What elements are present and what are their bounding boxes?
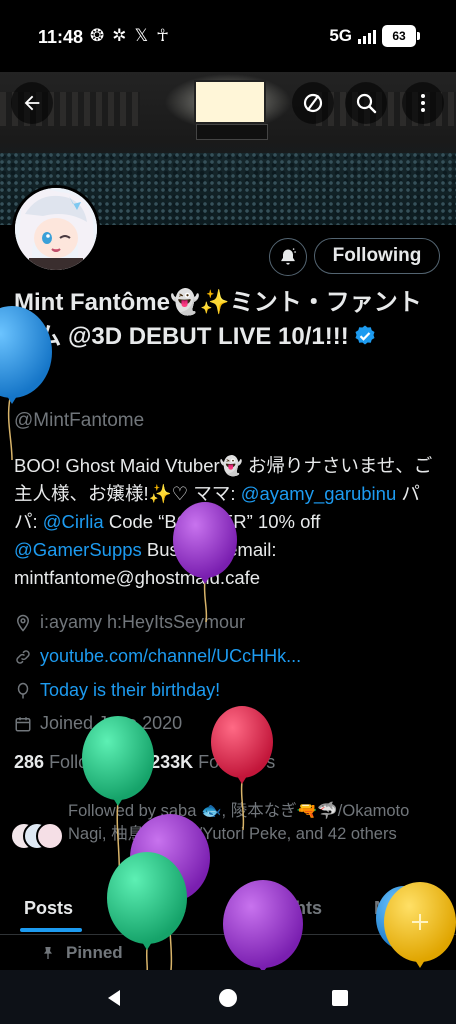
location-text: i:ayamy h:HeyItsSeymour [40,612,246,632]
following-stat[interactable]: 286 Following [14,752,125,772]
tab-media[interactable]: M [374,898,389,919]
notification-icons: ❂✲𝕏☥ [90,26,177,46]
followed-by-text[interactable]: Followed by saba 🐟, 陵本なぎ🔫🦈/Okamoto Nagi,… [68,800,440,846]
notifications-button[interactable] [269,238,307,276]
nav-back-button[interactable] [100,984,128,1012]
status-time: 11:48 [38,27,84,47]
followers-stat[interactable]: 233K Followers [150,752,275,772]
triangle-back-icon [108,990,120,1006]
calendar-icon [15,716,31,731]
status-bar: 11:48 ❂✲𝕏☥ 5G 63 [0,0,456,72]
location-pin-icon [16,614,30,632]
pinned-label: Pinned [40,943,123,963]
tab-replies[interactable]: Replies [122,898,186,919]
notification-icon: ❂ [90,26,113,45]
arrow-left-icon [24,95,40,111]
follow-stats: 286 Following 233K Followers [14,752,275,773]
following-count: 286 [14,752,45,772]
nav-recents-button[interactable] [326,984,354,1012]
verified-badge-icon [355,325,375,345]
system-navigation-bar [0,970,456,1024]
system-status: 5G 63 [329,25,420,47]
active-tab-indicator [20,928,82,932]
tab-highlights[interactable]: Highlights [234,898,322,919]
signal-icon [358,28,376,44]
followers-label: Followers [198,752,276,772]
profile-joined: Joined June 2020 [14,713,182,734]
profile-handle: @MintFantome [14,410,145,431]
joined-text: Joined June 2020 [40,713,183,733]
sparkle-icon: ✲ [112,26,135,45]
bio-text: Code “BOOMER” 10% off [103,511,321,532]
followers-count: 233K [150,752,194,772]
search-button[interactable] [345,82,387,124]
ghost-icon: ☥ [156,26,177,45]
profile-birthday: Today is their birthday! [14,680,220,701]
profile-bio: BOO! Ghost Maid Vtuber👻 お帰りナさいませ、ご主人様、お嬢… [14,452,434,592]
bio-mention-link[interactable]: @GamerSupps [14,539,142,560]
bio-mention-link[interactable]: @ayamy_garubinu [241,483,397,504]
search-icon [356,93,377,114]
square-recents-icon [332,990,348,1006]
birthday-text: Today is their birthday! [40,680,221,700]
followed-by-avatars[interactable] [10,822,64,850]
bio-mention-link[interactable]: @Cirlia [43,511,104,532]
pinned-text: Pinned [66,943,123,962]
avatar [36,822,64,850]
block-button[interactable] [292,82,334,124]
link-icon [16,649,30,664]
more-options-button[interactable] [402,82,444,124]
banner-stage-screen [194,80,266,124]
profile-location: i:ayamy h:HeyItsSeymour [14,612,245,633]
profile-tabs: Posts Replies Highlights M [0,890,456,935]
avatar-illustration [15,188,97,270]
nav-home-button[interactable] [214,984,242,1012]
avatar[interactable] [12,185,100,273]
bell-icon [281,248,296,265]
display-name: Mint Fantôme👻✨ミント・ファントーム @3D DEBUT LIVE … [14,286,434,354]
x-logo-icon: 𝕏 [134,26,157,45]
profile-website: youtube.com/channel/UCcHHk... [14,646,301,667]
balloon-icon [17,682,29,698]
banner-stage-caption [196,124,268,140]
back-button[interactable] [11,82,53,124]
battery-icon: 63 [382,25,420,47]
network-label: 5G [329,26,352,45]
pin-icon [44,947,52,959]
circle-home-icon [219,989,237,1007]
tab-posts[interactable]: Posts [24,898,73,919]
following-label: Following [49,752,126,772]
circle-slash-icon [303,93,323,113]
website-link[interactable]: youtube.com/channel/UCcHHk... [40,646,301,667]
following-button[interactable]: Following [314,238,440,274]
more-vertical-icon [421,94,425,112]
